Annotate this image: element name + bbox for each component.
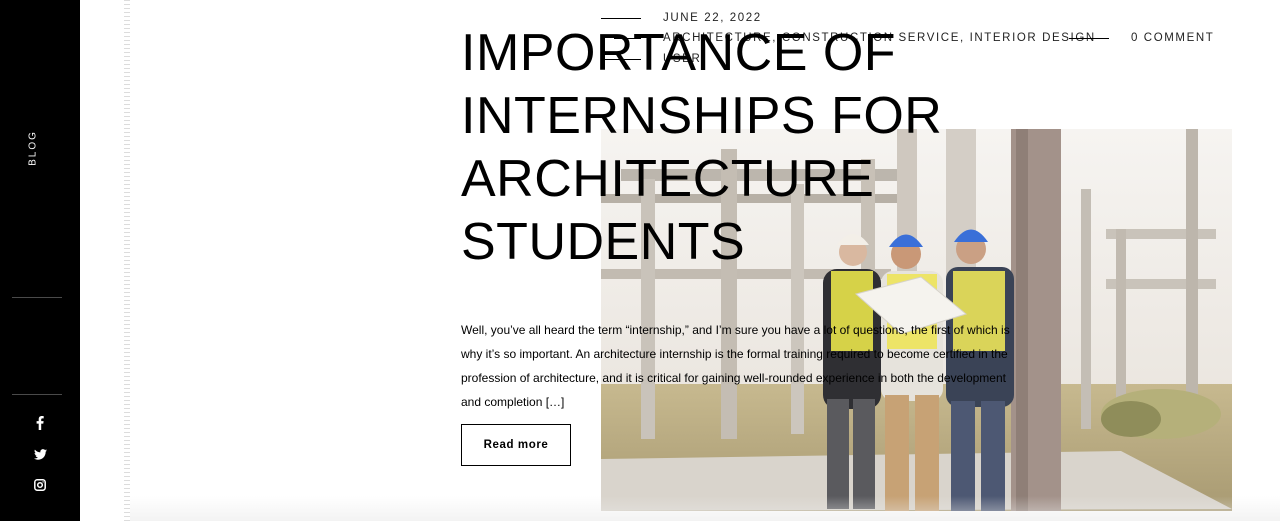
read-more-button[interactable]: Read more — [461, 424, 571, 466]
post-excerpt: Well, you’ve all heard the term “interns… — [461, 323, 1010, 409]
dotted-vertical-rule — [124, 0, 130, 521]
post-title[interactable]: IMPORTANCE OF INTERNSHIPS FOR ARCHITECTU… — [461, 22, 981, 274]
sidebar-divider — [12, 297, 62, 298]
meta-line — [601, 18, 641, 19]
twitter-icon[interactable] — [32, 446, 48, 462]
left-sidebar: BLOG — [0, 0, 80, 521]
instagram-icon[interactable] — [32, 477, 48, 493]
sidebar-blog-label[interactable]: BLOG — [28, 130, 39, 166]
post-comment-count[interactable]: 0 COMMENT — [1131, 32, 1214, 44]
sidebar-divider — [12, 394, 62, 395]
facebook-icon[interactable] — [32, 415, 48, 431]
meta-line — [1069, 38, 1109, 39]
